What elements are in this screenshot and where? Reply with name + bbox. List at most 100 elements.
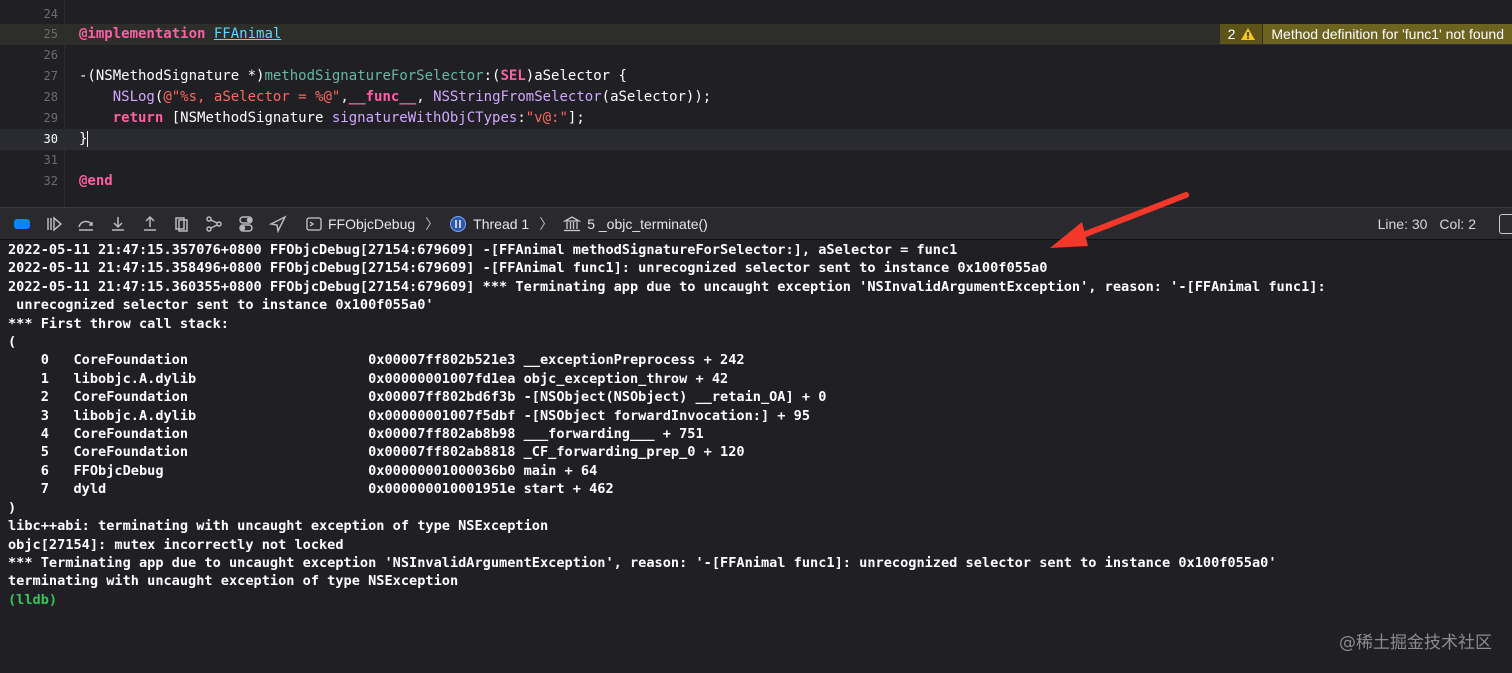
console-line: 4 CoreFoundation 0x00007ff802ab8b98 ___f… [8, 426, 704, 443]
line-number: 24 [43, 7, 58, 21]
chevron-right-icon: 〉 [539, 215, 554, 232]
line-number: 29 [43, 111, 58, 125]
code-text: } [79, 129, 89, 150]
lldb-prompt[interactable]: (lldb) [8, 591, 1512, 609]
code-line[interactable]: 27 -(NSMethodSignature *)methodSignatureF… [0, 66, 1512, 87]
code-token: *) [239, 68, 265, 84]
code-token: NSMethodSignature [95, 68, 240, 84]
code-token: ]; [567, 110, 585, 126]
debug-bar: FFObjcDebug 〉 Thread 1 〉 5 _objc_termina… [0, 207, 1512, 240]
code-token: return [112, 110, 164, 126]
console-line: unrecognized selector sent to instance 0… [8, 297, 434, 314]
code-text: NSLog(@"%s, aSelector = %@",__func__, NS… [79, 87, 712, 108]
line-number: 32 [43, 174, 58, 188]
debug-console[interactable]: 2022-05-11 21:47:15.357076+0800 FFObjcDe… [0, 240, 1512, 673]
issue-count-badge[interactable]: 2 [1219, 24, 1263, 44]
code-line[interactable]: 30} [0, 129, 1512, 150]
simulate-location-icon[interactable] [268, 214, 288, 234]
code-line[interactable]: 29 return [NSMethodSignature signatureWi… [0, 108, 1512, 129]
line-number: 30 [43, 132, 58, 146]
console-line: 7 dyld 0x000000010001951e start + 462 [8, 481, 614, 498]
console-line: 2022-05-11 21:47:15.360355+0800 FFObjcDe… [8, 278, 1326, 295]
text-caret [87, 131, 89, 147]
issue-count: 2 [1227, 26, 1236, 42]
step-over-icon[interactable] [76, 214, 96, 234]
memory-graph-icon[interactable] [204, 214, 224, 234]
annotation-arrow-icon [1050, 192, 1189, 248]
code-token: __func__ [348, 89, 417, 105]
code-token: @"%s, aSelector = %@" [163, 89, 341, 105]
console-line: terminating with uncaught exception of t… [8, 573, 459, 590]
line-number: 25 [43, 27, 58, 41]
code-token: "v@:" [525, 110, 568, 126]
breadcrumb-thread[interactable]: Thread 1 [473, 216, 529, 232]
code-token: methodSignatureForSelector [264, 68, 484, 84]
code-token: SEL [500, 68, 526, 84]
code-token: NSStringFromSelector [433, 89, 602, 105]
step-into-icon[interactable] [108, 214, 128, 234]
code-text: return [NSMethodSignature signatureWithO… [79, 108, 585, 129]
code-token: FFAnimal [213, 26, 282, 42]
console-line: 2 CoreFoundation 0x00007ff802bd6f3b -[NS… [8, 389, 827, 406]
code-token: -( [79, 68, 96, 84]
code-token: :( [483, 68, 501, 84]
console-line: ) [8, 499, 17, 516]
breadcrumb-frame[interactable]: 5 _objc_terminate() [587, 216, 708, 232]
stack-frame-icon [563, 215, 582, 231]
code-token: } [79, 131, 88, 147]
console-line: libc++abi: terminating with uncaught exc… [8, 518, 549, 535]
issue-message: Method definition for 'func1' not found [1263, 24, 1512, 44]
watermark: @稀土掘金技术社区 [1339, 633, 1492, 653]
console-line: *** Terminating app due to uncaught exce… [8, 554, 1277, 571]
chevron-right-icon: 〉 [425, 215, 440, 232]
console-line: 6 FFObjcDebug 0x00000001000036b0 main + … [8, 462, 598, 479]
console-line: 2022-05-11 21:47:15.357076+0800 FFObjcDe… [8, 242, 958, 258]
toggle-panel-icon[interactable] [1499, 214, 1512, 234]
console-line: *** First throw call stack: [8, 315, 229, 332]
code-text: @end [79, 171, 113, 192]
code-text: -(NSMethodSignature *)methodSignatureFor… [79, 66, 627, 87]
code-token: (aSelector)); [601, 89, 712, 105]
code-text: @implementation FFAnimal [79, 24, 281, 45]
console-line: 0 CoreFoundation 0x00007ff802b521e3 __ex… [8, 352, 745, 369]
code-token: : [517, 110, 526, 126]
cursor-position-status: Line: 30 Col: 2 [1378, 216, 1476, 232]
issue-annotation[interactable]: 2 Method definition for 'func1' not foun… [1219, 24, 1512, 44]
toggle-console-icon[interactable] [12, 214, 32, 234]
console-output: 2022-05-11 21:47:15.357076+0800 FFObjcDe… [0, 240, 1512, 609]
step-out-icon[interactable] [140, 214, 160, 234]
console-line: 2022-05-11 21:47:15.358496+0800 FFObjcDe… [8, 260, 1048, 277]
code-line[interactable]: 26 [0, 45, 1512, 66]
console-line: 1 libobjc.A.dylib 0x00000001007fd1ea obj… [8, 370, 729, 387]
console-line: ( [8, 334, 17, 351]
app-target-icon [306, 216, 322, 231]
line-status: Line: 30 [1377, 215, 1428, 232]
code-token: @implementation [79, 26, 206, 42]
thread-icon [450, 215, 467, 232]
console-line: 5 CoreFoundation 0x00007ff802ab8818 _CF_… [8, 444, 745, 461]
breadcrumb-target[interactable]: FFObjcDebug [328, 216, 415, 232]
code-token: NSLog [112, 89, 155, 105]
line-number: 27 [43, 69, 58, 83]
line-number: 28 [43, 90, 58, 104]
continue-icon[interactable] [44, 214, 64, 234]
code-line[interactable]: 31 [0, 150, 1512, 171]
console-line: 3 libobjc.A.dylib 0x00000001007f5dbf -[N… [8, 407, 811, 424]
debug-breadcrumb: FFObjcDebug 〉 Thread 1 〉 5 _objc_termina… [306, 214, 708, 234]
code-editor[interactable]: 24 25 @implementation FFAnimal 26 27 -(NSMeth… [0, 0, 1512, 207]
col-status: Col: 2 [1439, 215, 1476, 232]
line-number: 26 [43, 48, 58, 62]
code-token: [NSMethodSignature [163, 110, 332, 126]
environment-overrides-icon[interactable] [236, 214, 256, 234]
code-line[interactable]: 24 [0, 4, 1512, 25]
debug-view-hierarchy-icon[interactable] [172, 214, 192, 234]
code-line[interactable]: 28 NSLog(@"%s, aSelector = %@",__func__,… [0, 87, 1512, 108]
console-line: objc[27154]: mutex incorrectly not locke… [8, 536, 344, 553]
code-line[interactable]: 32 @end [0, 171, 1512, 192]
code-token: @end [79, 173, 113, 189]
code-token: , [416, 89, 434, 105]
code-token: , [340, 89, 349, 105]
code-token: signatureWithObjCTypes [331, 110, 518, 126]
